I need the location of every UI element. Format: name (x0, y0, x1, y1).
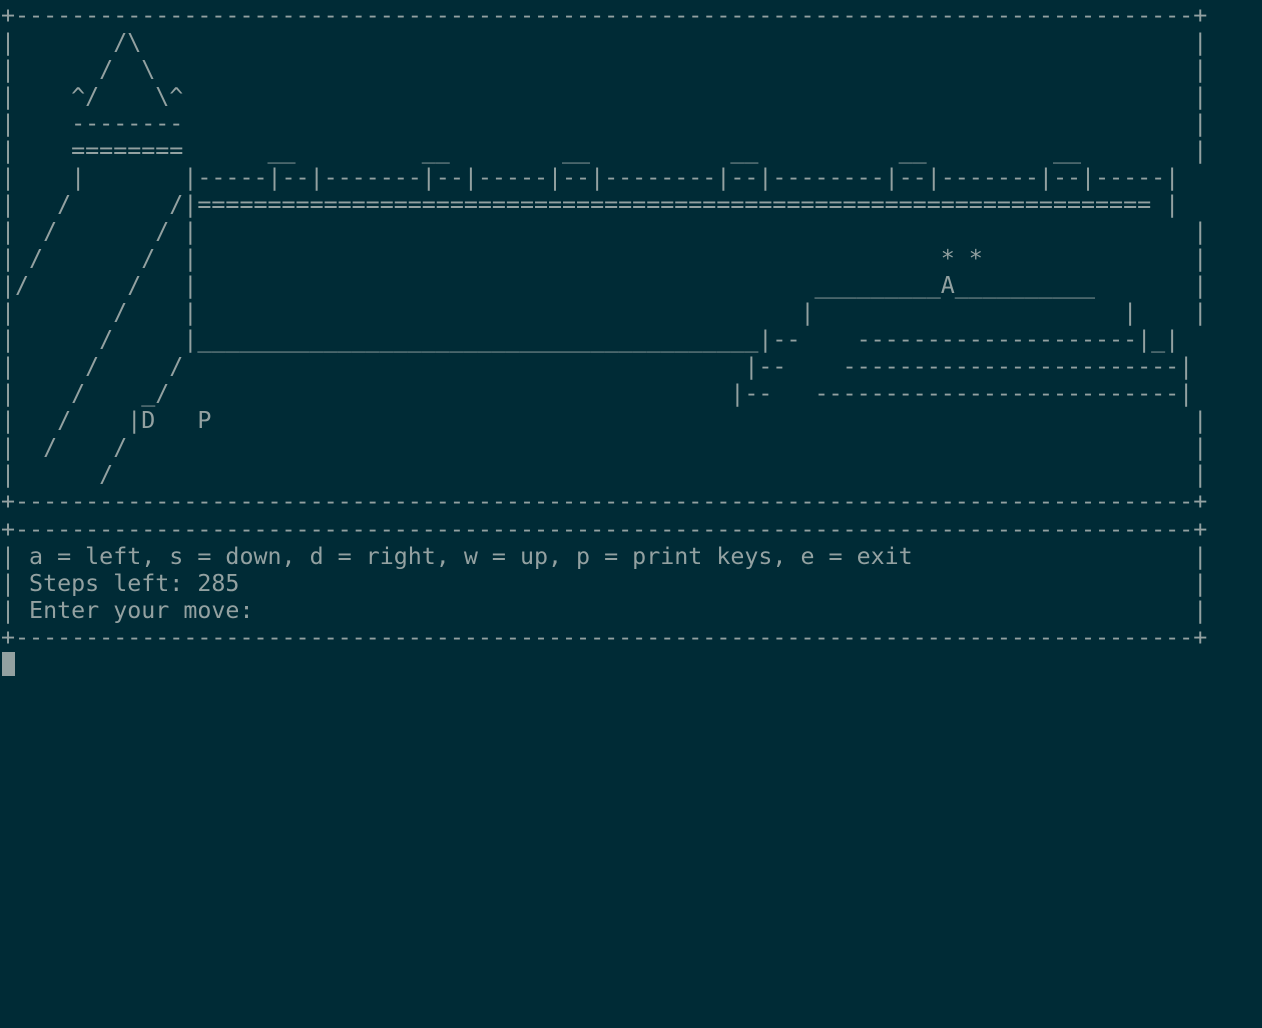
map-row: | / |D P | (1, 407, 1208, 434)
controls-help-text: | a = left, s = down, d = right, w = up,… (1, 543, 1208, 570)
terminal-window: +---------------------------------------… (1, 2, 1261, 1026)
map-row: +---------------------------------------… (1, 488, 1208, 515)
map-row: | /\ | (1, 29, 1208, 56)
move-prompt: | Enter your move: | (1, 597, 1208, 624)
terminal-input-cursor[interactable] (2, 652, 15, 676)
map-row: +---------------------------------------… (1, 2, 1208, 29)
map-row: | / \ | (1, 56, 1208, 83)
map-row: | / / | (1, 434, 1208, 461)
status-border-top: +---------------------------------------… (1, 516, 1208, 543)
map-row: | / _/ |-- --------------------------| (1, 380, 1194, 407)
map-row: | ======== __ __ __ __ __ __ | (1, 137, 1208, 164)
map-row: | / / |-- ------------------------| (1, 353, 1194, 380)
map-row: | / / | * * | (1, 245, 1208, 272)
map-row: | / / | | (1, 218, 1208, 245)
status-border-bottom: +---------------------------------------… (1, 624, 1208, 651)
steps-left-text: | Steps left: 285 | (1, 570, 1208, 597)
map-row: | | |-----|--|-------|--|-----|--|------… (1, 164, 1180, 191)
map-row: | / |___________________________________… (1, 326, 1180, 353)
map-row: |/ / | _________A__________ | (1, 272, 1208, 299)
map-row: | / | (1, 461, 1208, 488)
map-row: | / /|==================================… (1, 191, 1180, 218)
map-row: | / | | | | (1, 299, 1208, 326)
map-row: | -------- | (1, 110, 1208, 137)
map-row: | ^/ \^ | (1, 83, 1208, 110)
